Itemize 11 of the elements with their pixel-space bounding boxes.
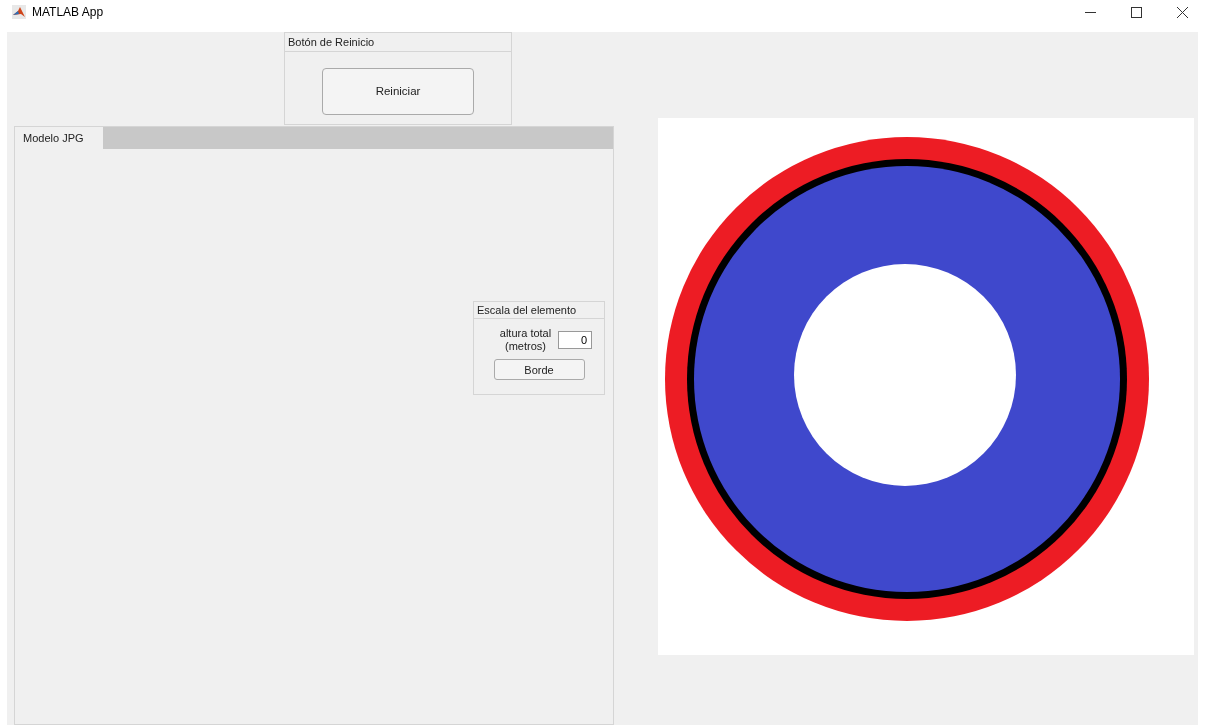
close-icon[interactable]: [1177, 6, 1188, 18]
reset-button[interactable]: Reiniciar: [322, 67, 474, 115]
maximize-icon[interactable]: [1131, 6, 1142, 18]
border-button[interactable]: Borde: [493, 359, 585, 380]
field-label: altura total (metros): [499, 327, 552, 353]
height-input-field[interactable]: 0: [558, 331, 593, 349]
window-title: MATLAB App: [32, 5, 104, 19]
panel-title: Escala del elemento: [474, 302, 604, 319]
panel-title: Botón de Reinicio: [285, 33, 511, 52]
app-logo-icon: [12, 5, 26, 19]
tab[interactable]: Modelo JPG: [15, 127, 103, 149]
